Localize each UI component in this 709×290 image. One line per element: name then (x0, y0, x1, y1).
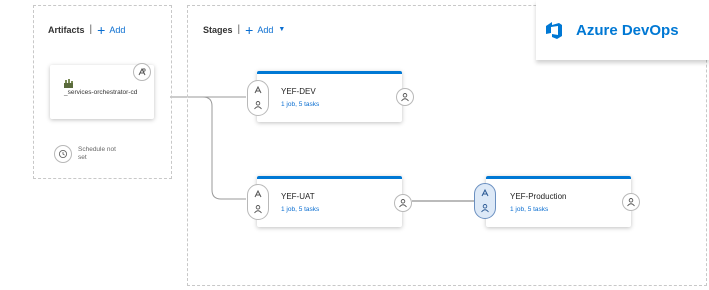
azure-devops-brand: Azure DevOps (536, 0, 709, 60)
plus-icon: + (97, 21, 106, 38)
brand-name: Azure DevOps (576, 21, 679, 39)
stage-summary[interactable]: 1 job, 5 tasks (281, 101, 319, 108)
artifacts-title: Artifacts (48, 24, 85, 35)
continuous-deployment-trigger-icon[interactable] (133, 63, 151, 81)
plus-icon: + (245, 21, 254, 38)
azure-devops-logo-icon (544, 20, 564, 40)
stage-name: YEF-UAT (281, 192, 315, 201)
header-separator: | (89, 24, 93, 35)
schedule-label: Schedule not set (78, 146, 116, 161)
add-artifact-button[interactable]: + Add (97, 21, 126, 38)
post-deployment-approvals-icon[interactable] (396, 88, 414, 106)
stage-name: YEF-DEV (281, 87, 316, 96)
pre-deployment-conditions-uat[interactable] (247, 184, 269, 220)
post-deployment-approvals-icon[interactable] (622, 193, 640, 211)
trigger-icon (254, 189, 262, 198)
schedule-trigger[interactable]: Schedule not set (54, 145, 118, 163)
stage-card-dev[interactable]: YEF-DEV 1 job, 5 tasks (257, 71, 414, 122)
header-separator: | (237, 24, 241, 35)
stages-title: Stages (203, 24, 233, 35)
artifacts-header: Artifacts | + Add (48, 21, 126, 38)
artifact-name: _services-orchestrator-cd (64, 89, 138, 96)
pre-deployment-conditions-dev[interactable] (247, 80, 269, 116)
pre-deployment-approvals-icon (254, 101, 262, 110)
post-deployment-approvals-icon[interactable] (394, 194, 412, 212)
pre-deployment-conditions-production[interactable] (474, 183, 496, 219)
stage-card-uat[interactable]: YEF-UAT 1 job, 5 tasks (257, 176, 412, 227)
pre-deployment-approvals-icon (254, 205, 262, 214)
stage-summary[interactable]: 1 job, 5 tasks (510, 206, 548, 213)
add-stage-button[interactable]: + Add ▼ (245, 21, 286, 38)
stages-header: Stages | + Add ▼ (203, 21, 286, 38)
stage-summary[interactable]: 1 job, 5 tasks (281, 206, 319, 213)
add-artifact-label: Add (109, 24, 126, 35)
stage-name: YEF-Production (510, 192, 567, 201)
pre-deployment-approvals-icon (481, 204, 489, 213)
trigger-icon (481, 188, 489, 197)
stage-card-production[interactable]: YEF-Production 1 job, 5 tasks (486, 176, 640, 227)
clock-icon (54, 145, 72, 163)
chevron-down-icon: ▼ (278, 26, 286, 33)
trigger-icon (254, 85, 262, 94)
add-stage-label: Add (257, 24, 274, 35)
